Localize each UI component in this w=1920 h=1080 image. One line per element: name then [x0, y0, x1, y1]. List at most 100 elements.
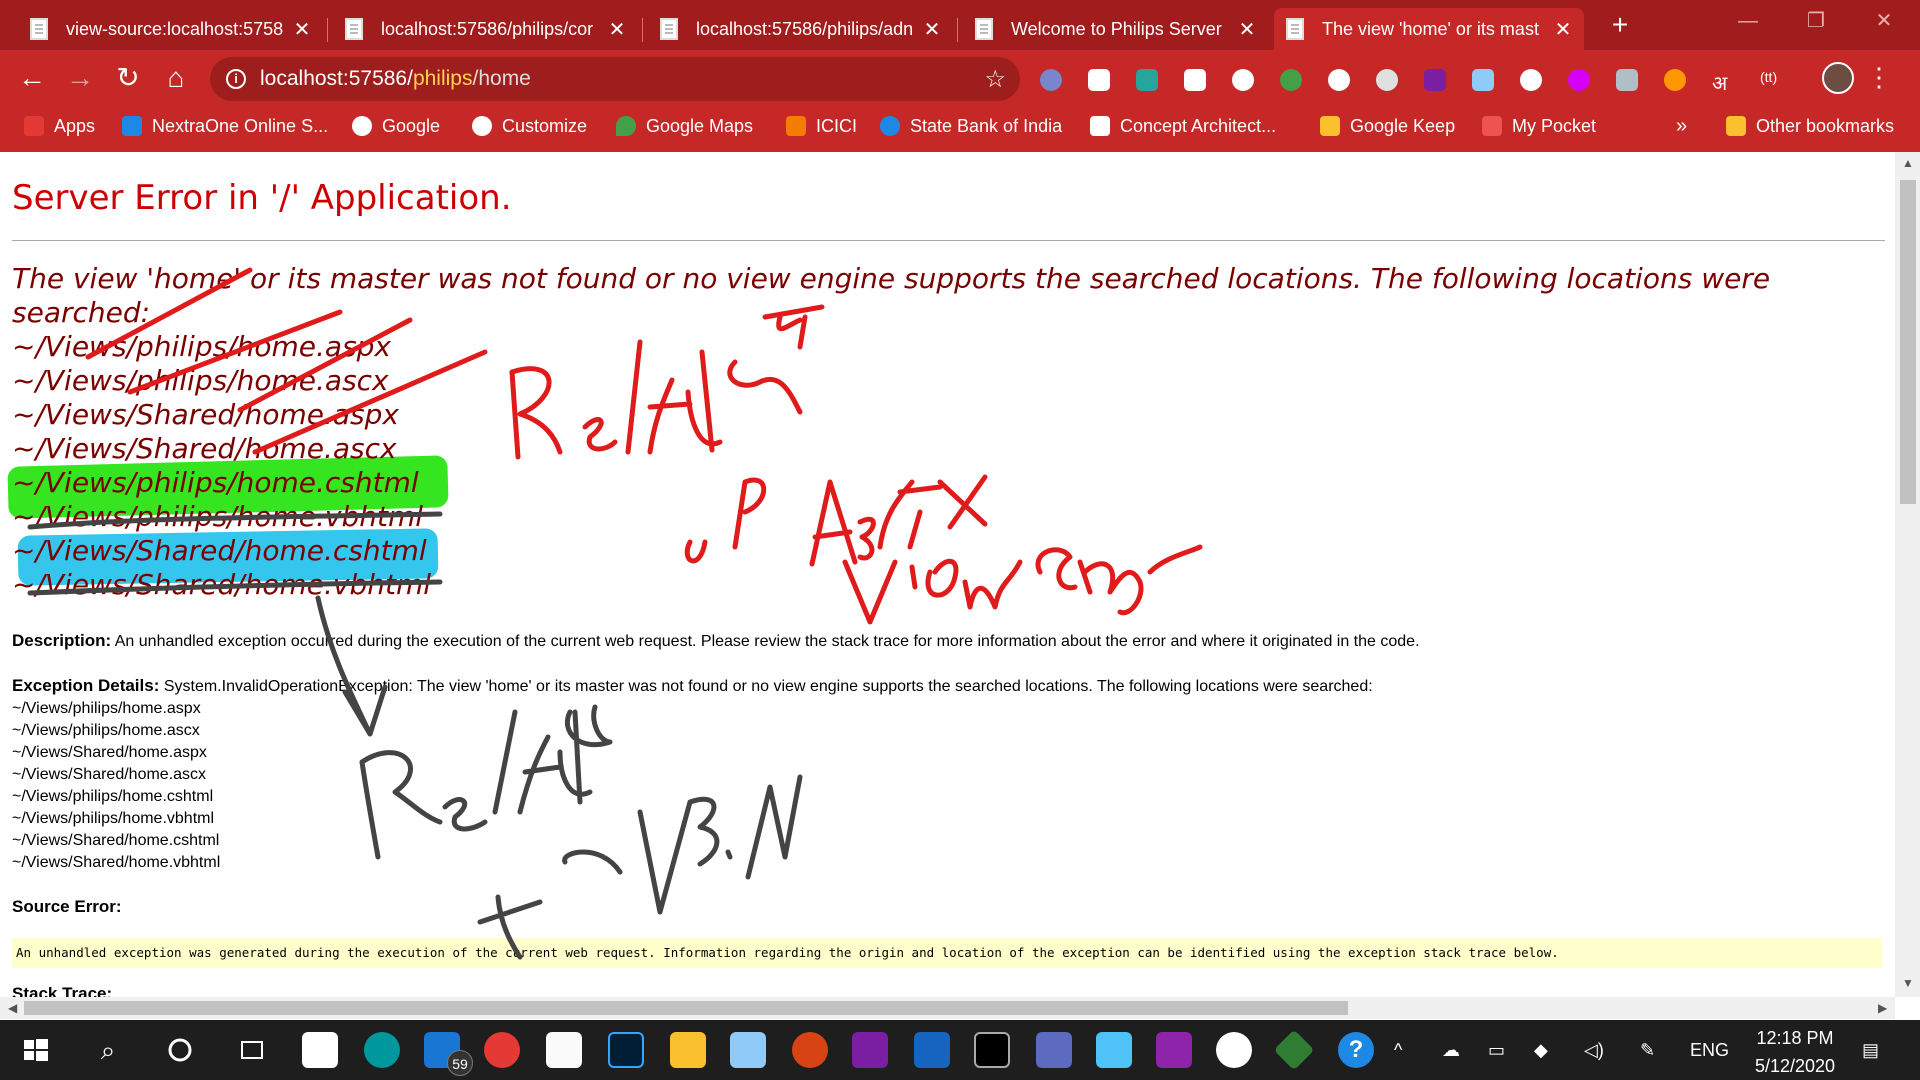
- volume-icon[interactable]: ◁): [1584, 1040, 1604, 1061]
- close-window-icon[interactable]: ✕: [1854, 0, 1914, 42]
- battery-icon[interactable]: ▭: [1488, 1040, 1505, 1061]
- avatar[interactable]: [1822, 62, 1854, 94]
- info-icon[interactable]: i: [226, 69, 246, 89]
- chevron-up-icon[interactable]: ^: [1394, 1040, 1402, 1061]
- bookmark-google-maps[interactable]: Google Maps: [616, 108, 753, 144]
- app-icon[interactable]: [1273, 1029, 1315, 1071]
- notifications-icon[interactable]: ▤: [1862, 1040, 1879, 1061]
- browser-toolbar: ← → ↻ ⌂ i localhost:57586/philips/home ☆…: [0, 50, 1920, 108]
- extension-icon[interactable]: [1040, 69, 1062, 91]
- extension-icon[interactable]: (tt): [1760, 69, 1796, 91]
- dropbox-tray-icon[interactable]: ◆: [1534, 1040, 1548, 1061]
- close-icon[interactable]: ✕: [1236, 17, 1258, 42]
- description-text: An unhandled exception occurred during t…: [114, 633, 1420, 650]
- bookmark-apps[interactable]: Apps: [24, 108, 95, 144]
- clock-date: 5/12/2020: [1754, 1056, 1836, 1076]
- bookmark-google-keep[interactable]: Google Keep: [1320, 108, 1455, 144]
- page-icon: [975, 18, 993, 40]
- chrome-icon[interactable]: [484, 1032, 520, 1068]
- close-icon[interactable]: ✕: [1552, 17, 1574, 42]
- bookmark-google[interactable]: Google: [352, 108, 440, 144]
- vertical-scroll-thumb[interactable]: [1900, 180, 1916, 504]
- gmail-icon: [1090, 116, 1110, 136]
- extension-icon[interactable]: [1088, 69, 1110, 91]
- tab-philips-adm[interactable]: localhost:57586/philips/adn ✕: [648, 8, 953, 50]
- bookmark-sbi[interactable]: State Bank of India: [880, 108, 1062, 144]
- gmail-icon[interactable]: [1184, 69, 1206, 91]
- pen-workspace-icon[interactable]: ✎: [1640, 1040, 1655, 1061]
- cortana-icon[interactable]: [162, 1032, 198, 1068]
- windows-start-icon[interactable]: [18, 1032, 54, 1068]
- react-icon[interactable]: [1232, 69, 1254, 91]
- restore-icon[interactable]: ❐: [1786, 0, 1846, 42]
- bookmark-star-icon[interactable]: ☆: [984, 65, 1006, 94]
- close-icon[interactable]: ✕: [606, 17, 628, 42]
- app-icon[interactable]: [730, 1032, 766, 1068]
- clock[interactable]: 12:18 PM 5/12/2020: [1740, 1024, 1850, 1080]
- tab-view-source[interactable]: view-source:localhost:5758 ✕: [18, 8, 323, 50]
- language-indicator[interactable]: ENG: [1690, 1040, 1729, 1061]
- exception-location: ~/Views/Shared/home.ascx: [12, 766, 207, 783]
- store-icon[interactable]: [546, 1032, 582, 1068]
- dropbox-icon[interactable]: [1472, 69, 1494, 91]
- help-icon[interactable]: ?: [1338, 1032, 1374, 1068]
- bookmark-label: My Pocket: [1512, 115, 1597, 136]
- bookmark-icici[interactable]: ICICI: [786, 108, 857, 144]
- visual-studio-icon[interactable]: [1156, 1032, 1192, 1068]
- evernote-icon[interactable]: [1280, 69, 1302, 91]
- scroll-left-icon[interactable]: ◀: [8, 1001, 17, 1015]
- onenote-icon[interactable]: [1424, 69, 1446, 91]
- bookmarks-overflow-button[interactable]: »: [1676, 108, 1687, 144]
- scroll-up-icon[interactable]: ▲: [1902, 156, 1914, 170]
- keep-icon[interactable]: [1328, 69, 1350, 91]
- file-explorer-icon[interactable]: [670, 1032, 706, 1068]
- scroll-right-icon[interactable]: ▶: [1878, 1001, 1887, 1015]
- photoshop-icon[interactable]: [608, 1032, 644, 1068]
- extension-icon[interactable]: [1520, 69, 1542, 91]
- dropbox-icon[interactable]: [302, 1032, 338, 1068]
- onenote-icon[interactable]: [852, 1032, 888, 1068]
- bookmark-nextraone[interactable]: NextraOne Online S...: [122, 108, 328, 144]
- forward-arrow-icon[interactable]: →: [60, 58, 100, 98]
- onedrive-icon[interactable]: ☁: [1442, 1040, 1460, 1061]
- app-icon[interactable]: [1216, 1032, 1252, 1068]
- close-icon[interactable]: ✕: [921, 17, 943, 42]
- tab-title: localhost:57586/philips/adn: [696, 18, 914, 39]
- bookmark-concept-architect[interactable]: Concept Architect...: [1090, 108, 1276, 144]
- tab-separator: [642, 18, 643, 42]
- tab-philips-con[interactable]: localhost:57586/philips/cor ✕: [333, 8, 638, 50]
- tab-active-error[interactable]: The view 'home' or its mast ✕: [1274, 8, 1584, 50]
- hindi-input-icon[interactable]: अ: [1712, 69, 1734, 95]
- extension-icon[interactable]: [1136, 69, 1158, 91]
- app-icon[interactable]: [1096, 1032, 1132, 1068]
- address-bar[interactable]: i localhost:57586/philips/home ☆: [210, 57, 1020, 101]
- color-picker-icon[interactable]: [1664, 69, 1686, 91]
- icici-icon: [786, 116, 806, 136]
- scroll-down-icon[interactable]: ▼: [1902, 976, 1914, 990]
- extension-icon[interactable]: [1568, 69, 1590, 91]
- reload-icon[interactable]: ↻: [108, 58, 148, 98]
- close-icon[interactable]: ✕: [291, 17, 313, 42]
- horizontal-scroll-thumb[interactable]: [24, 1001, 1348, 1015]
- teams-icon[interactable]: [1036, 1032, 1072, 1068]
- home-icon[interactable]: ⌂: [156, 58, 196, 98]
- menu-kebab-icon[interactable]: ⋮: [1866, 62, 1892, 93]
- task-view-icon[interactable]: [234, 1032, 270, 1068]
- bookmark-label: Apps: [54, 115, 96, 136]
- new-tab-button[interactable]: +: [1600, 8, 1640, 42]
- extension-icon[interactable]: [1376, 69, 1398, 91]
- terminal-icon[interactable]: [974, 1032, 1010, 1068]
- powerpoint-icon[interactable]: [792, 1032, 828, 1068]
- search-icon[interactable]: ⌕: [90, 1032, 126, 1068]
- pen-icon[interactable]: [1616, 69, 1638, 91]
- arduino-icon[interactable]: [364, 1032, 400, 1068]
- minimize-icon[interactable]: —: [1718, 0, 1778, 42]
- bookmark-my-pocket[interactable]: My Pocket: [1482, 108, 1596, 144]
- google-icon: [352, 116, 372, 136]
- app-icon[interactable]: [914, 1032, 950, 1068]
- bookmark-other[interactable]: Other bookmarks: [1726, 108, 1894, 144]
- bookmark-customize[interactable]: Customize: [472, 108, 587, 144]
- back-arrow-icon[interactable]: ←: [12, 58, 52, 98]
- url-path: /home: [472, 67, 531, 90]
- tab-welcome[interactable]: Welcome to Philips Server ✕: [963, 8, 1268, 50]
